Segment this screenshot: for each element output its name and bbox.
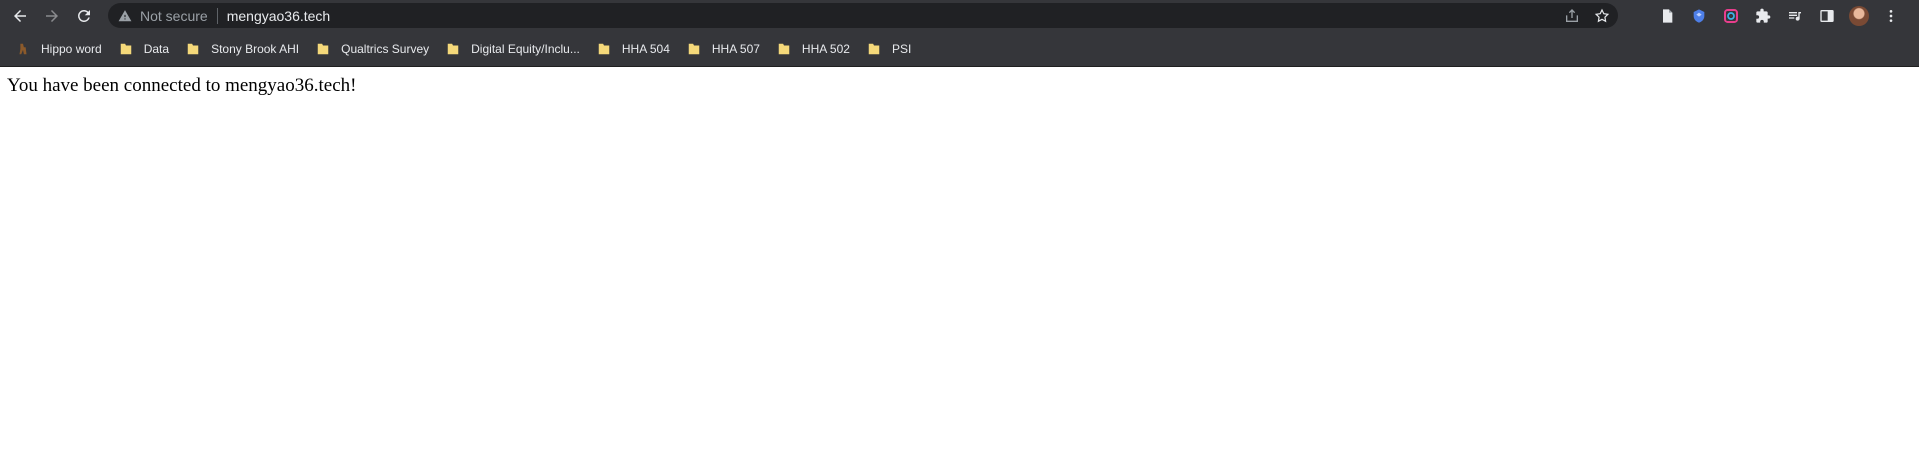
color-ring-icon [1724,8,1738,23]
reload-button[interactable] [70,2,98,30]
omnibox-divider [216,7,218,24]
bookmark-label: PSI [891,41,912,56]
arrow-right-icon [46,10,58,22]
address-bar[interactable]: Not secure mengyao36.tech [108,3,1618,28]
folder-icon [776,41,792,57]
bookmark-folder-digital-equity[interactable]: Digital Equity/Inclu... [440,36,589,62]
bookmark-folder-hha-502[interactable]: HHA 502 [771,36,859,62]
reload-icon [78,9,90,22]
bookmark-folder-data[interactable]: Data [113,36,178,62]
extensions-button[interactable] [1752,5,1774,27]
folder-icon [185,41,201,57]
playlist-icon [1789,11,1801,21]
shield-extension[interactable] [1688,5,1710,27]
document-icon [1663,8,1673,23]
share-icon[interactable] [1564,8,1580,24]
bookmark-label: Digital Equity/Inclu... [471,41,580,56]
forward-button[interactable] [38,2,66,30]
folder-icon [118,41,134,57]
side-panel-button[interactable] [1816,5,1838,27]
media-button[interactable] [1784,5,1806,27]
folder-icon [596,41,612,57]
bookmark-label: Hippo word [41,41,102,56]
arrow-left-icon [14,10,26,22]
menu-button[interactable] [1880,5,1902,27]
folder-icon [866,41,882,57]
bookmark-label: HHA 504 [621,41,670,56]
connection-message: You have been connected to mengyao36.tec… [7,75,357,96]
omnibox-actions [1564,3,1610,28]
page-content: You have been connected to mengyao36.tec… [0,67,1919,469]
star-icon[interactable] [1594,8,1610,24]
avatar [1849,5,1869,26]
puzzle-icon [1756,8,1771,23]
side-panel-icon [1820,9,1834,22]
shield-icon [1693,8,1705,23]
extensions-area [1656,3,1902,28]
docs-extension[interactable] [1656,5,1678,27]
colorful-extension[interactable] [1720,5,1742,27]
browser-toolbar: Not secure mengyao36.tech [0,0,1919,31]
hippo-icon [15,41,31,57]
bookmark-folder-hha-504[interactable]: HHA 504 [591,36,679,62]
bookmark-folder-qualtrics-survey[interactable]: Qualtrics Survey [310,36,438,62]
more-vert-icon [1889,9,1893,22]
folder-icon [445,41,461,57]
folder-icon [315,41,331,57]
bookmark-folder-psi[interactable]: PSI [861,36,920,62]
bookmarks-bar: Hippo word Data Stony Brook AHI Qualtric… [0,31,1919,67]
url-text[interactable]: mengyao36.tech [227,8,331,24]
folder-icon [686,41,702,57]
bookmark-label: Data [143,41,170,56]
profile-button[interactable] [1848,5,1870,27]
bookmark-folder-hha-507[interactable]: HHA 507 [681,36,769,62]
bookmark-hippo-word[interactable]: Hippo word [10,36,111,62]
bookmark-label: HHA 502 [801,41,850,56]
back-button[interactable] [6,2,34,30]
bookmark-label: Qualtrics Survey [341,41,430,56]
security-status[interactable]: Not secure [140,8,208,24]
warning-icon[interactable] [118,9,132,23]
bookmark-label: Stony Brook AHI [211,41,300,56]
bookmark-folder-stony-brook-ahi[interactable]: Stony Brook AHI [180,36,308,62]
bookmark-label: HHA 507 [711,41,760,56]
